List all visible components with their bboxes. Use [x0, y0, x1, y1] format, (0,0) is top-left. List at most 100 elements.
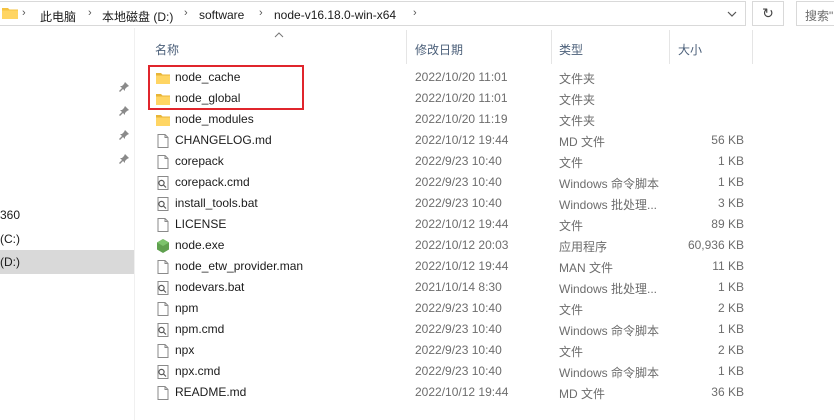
file-type: 文件: [559, 156, 584, 170]
file-row[interactable]: npx.cmd 2022/9/23 10:40 Windows 命令脚本 1 KB: [148, 361, 752, 382]
file-row[interactable]: npx 2022/9/23 10:40 文件 2 KB: [148, 340, 752, 361]
file-date: 2022/10/12 19:44: [415, 385, 509, 399]
script-icon: [157, 365, 169, 379]
column-header-name[interactable]: 名称: [148, 30, 406, 64]
nav-item-360[interactable]: 360: [0, 203, 134, 227]
file-icon: [157, 218, 169, 232]
search-input[interactable]: 搜索": [796, 1, 834, 26]
file-row[interactable]: npm.cmd 2022/9/23 10:40 Windows 命令脚本 1 KB: [148, 319, 752, 340]
script-icon: [157, 281, 169, 295]
file-size: 2 KB: [717, 343, 744, 357]
file-type: 文件夹: [559, 114, 596, 128]
file-name: corepack.cmd: [175, 175, 250, 189]
pin-icon[interactable]: [118, 153, 130, 165]
column-header-type[interactable]: 类型: [552, 30, 669, 64]
file-type: Windows 批处理...: [559, 198, 658, 212]
file-row[interactable]: install_tools.bat 2022/9/23 10:40 Windows …: [148, 193, 752, 214]
column-header-date[interactable]: 修改日期: [407, 30, 551, 64]
column-header-size[interactable]: 大小: [670, 30, 752, 64]
file-type: 文件夹: [559, 72, 596, 86]
file-date: 2022/9/23 10:40: [415, 154, 502, 168]
file-size: 2 KB: [717, 301, 744, 315]
navigation-pane: 360 (C:) (D:): [0, 28, 134, 420]
file-row[interactable]: node.exe 2022/10/12 20:03 应用程序 60,936 KB: [148, 235, 752, 256]
search-placeholder: 搜索": [805, 9, 834, 23]
file-row[interactable]: node_etw_provider.man 2022/10/12 19:44 MAN…: [148, 256, 752, 277]
nav-item-drive-d[interactable]: (D:): [0, 250, 134, 274]
breadcrumb-separator[interactable]: ›: [88, 7, 92, 19]
file-name: node_etw_provider.man: [175, 259, 304, 273]
file-date: 2022/10/12 19:44: [415, 259, 509, 273]
chevron-down-icon[interactable]: [727, 10, 737, 18]
script-icon: [157, 323, 169, 337]
file-name: npx.cmd: [175, 364, 221, 378]
column-header-size-label: 大小: [678, 43, 703, 57]
file-size: 1 KB: [717, 364, 744, 378]
file-type: 文件夹: [559, 93, 596, 107]
file-name: corepack: [175, 154, 224, 168]
breadcrumb-separator: ›: [22, 7, 26, 19]
file-row[interactable]: nodevars.bat 2021/10/14 8:30 Windows 批处理..…: [148, 277, 752, 298]
column-divider[interactable]: [752, 30, 753, 64]
highlight-box: [148, 65, 304, 110]
file-name: node.exe: [175, 238, 225, 252]
breadcrumb-separator[interactable]: ›: [259, 7, 263, 19]
column-header-name-label: 名称: [155, 43, 180, 57]
file-row[interactable]: corepack 2022/9/23 10:40 文件 1 KB: [148, 151, 752, 172]
nav-item-drive-c[interactable]: (C:): [0, 227, 134, 251]
file-row[interactable]: LICENSE 2022/10/12 19:44 文件 89 KB: [148, 214, 752, 235]
address-bar[interactable]: › 此电脑 › 本地磁盘 (D:) › software › node-v16.…: [0, 1, 746, 26]
file-type: Windows 命令脚本: [559, 177, 660, 191]
folder-icon: [156, 115, 170, 126]
column-header-date-label: 修改日期: [415, 43, 464, 57]
script-icon: [157, 197, 169, 211]
file-name: npx: [175, 343, 195, 357]
file-name: LICENSE: [175, 217, 227, 231]
file-name: npm: [175, 301, 199, 315]
file-row[interactable]: README.md 2022/10/12 19:44 MD 文件 36 KB: [148, 382, 752, 403]
file-date: 2022/10/20 11:01: [415, 91, 508, 105]
file-date: 2022/10/12 19:44: [415, 217, 509, 231]
file-row[interactable]: corepack.cmd 2022/9/23 10:40 Windows 命令脚本 1…: [148, 172, 752, 193]
file-row[interactable]: npm 2022/9/23 10:40 文件 2 KB: [148, 298, 752, 319]
file-size: 60,936 KB: [687, 238, 744, 252]
file-size: 11 KB: [712, 259, 744, 273]
nav-divider: [134, 28, 135, 420]
file-date: 2022/9/23 10:40: [415, 322, 502, 336]
folder-icon: [2, 8, 18, 19]
refresh-button[interactable]: ↻: [752, 1, 784, 26]
file-size: 89 KB: [711, 217, 744, 231]
file-size: 1 KB: [717, 175, 744, 189]
pin-icon[interactable]: [118, 105, 130, 117]
file-type: MAN 文件: [559, 261, 614, 275]
file-size: 1 KB: [717, 280, 744, 294]
column-header-type-label: 类型: [559, 43, 584, 57]
file-type: 文件: [559, 345, 584, 359]
breadcrumb-separator[interactable]: ›: [413, 7, 417, 19]
file-icon: [157, 386, 169, 400]
file-type: Windows 批处理...: [559, 282, 658, 296]
file-row[interactable]: CHANGELOG.md 2022/10/12 19:44 MD 文件 56 KB: [148, 130, 752, 151]
file-name: README.md: [175, 385, 247, 399]
file-icon: [157, 134, 169, 148]
breadcrumb-drive-d[interactable]: 本地磁盘 (D:): [102, 8, 173, 25]
file-type: Windows 命令脚本: [559, 324, 660, 338]
pin-icon[interactable]: [118, 129, 130, 141]
file-row[interactable]: node_modules 2022/10/20 11:19 文件夹: [148, 109, 752, 130]
breadcrumb-separator[interactable]: ›: [184, 7, 188, 19]
file-type: 应用程序: [559, 240, 608, 254]
breadcrumb-node-folder[interactable]: node-v16.18.0-win-x64: [274, 8, 396, 22]
file-type: 文件: [559, 219, 584, 233]
file-size: 36 KB: [711, 385, 744, 399]
file-type: 文件: [559, 303, 584, 317]
node-icon: [157, 239, 169, 253]
file-name: install_tools.bat: [175, 196, 258, 210]
breadcrumb-this-pc[interactable]: 此电脑: [40, 8, 76, 25]
pin-icon[interactable]: [118, 81, 130, 93]
file-date: 2022/9/23 10:40: [415, 364, 502, 378]
file-icon: [157, 155, 169, 169]
breadcrumb-software[interactable]: software: [199, 8, 244, 22]
file-name: node_modules: [175, 112, 254, 126]
script-icon: [157, 176, 169, 190]
file-date: 2022/10/20 11:01: [415, 70, 508, 84]
